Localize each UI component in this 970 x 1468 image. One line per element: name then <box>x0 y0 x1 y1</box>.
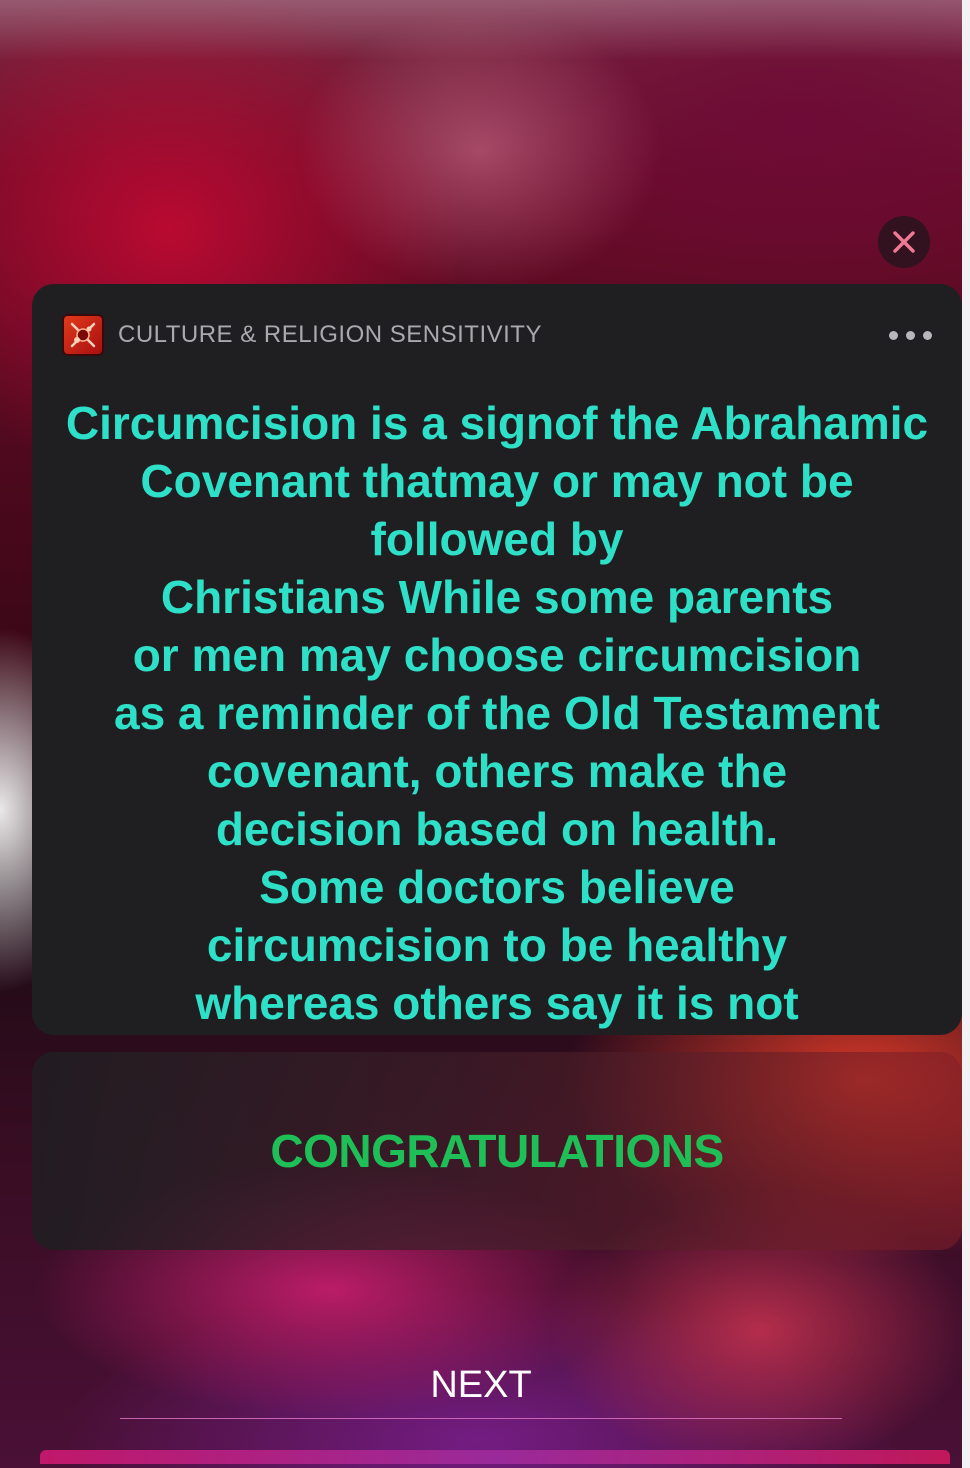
screen-right-edge <box>962 0 970 1468</box>
app-name-label: CULTURE & RELIGION SENSITIVITY <box>118 321 542 348</box>
more-horizontal-icon <box>906 330 915 340</box>
notification-header: CULTURE & RELIGION SENSITIVITY <box>62 312 932 358</box>
notification-message: Circumcision is a signof the Abrahamic C… <box>65 397 929 1029</box>
congratulations-label: CONGRATULATIONS <box>270 1125 724 1177</box>
background-top-haze <box>0 0 970 60</box>
more-horizontal-icon <box>889 330 898 340</box>
next-button-underline <box>120 1418 842 1419</box>
bottom-edge-strip <box>40 1450 950 1464</box>
more-horizontal-icon <box>923 330 932 340</box>
next-button[interactable]: NEXT <box>120 1352 842 1418</box>
result-card: CONGRATULATIONS <box>32 1052 962 1250</box>
close-button[interactable] <box>878 216 930 268</box>
notification-card: CULTURE & RELIGION SENSITIVITY Circumcis… <box>32 284 962 1035</box>
close-icon <box>893 231 915 253</box>
more-options-button[interactable] <box>889 325 932 346</box>
culture-religion-app-icon <box>62 314 104 356</box>
